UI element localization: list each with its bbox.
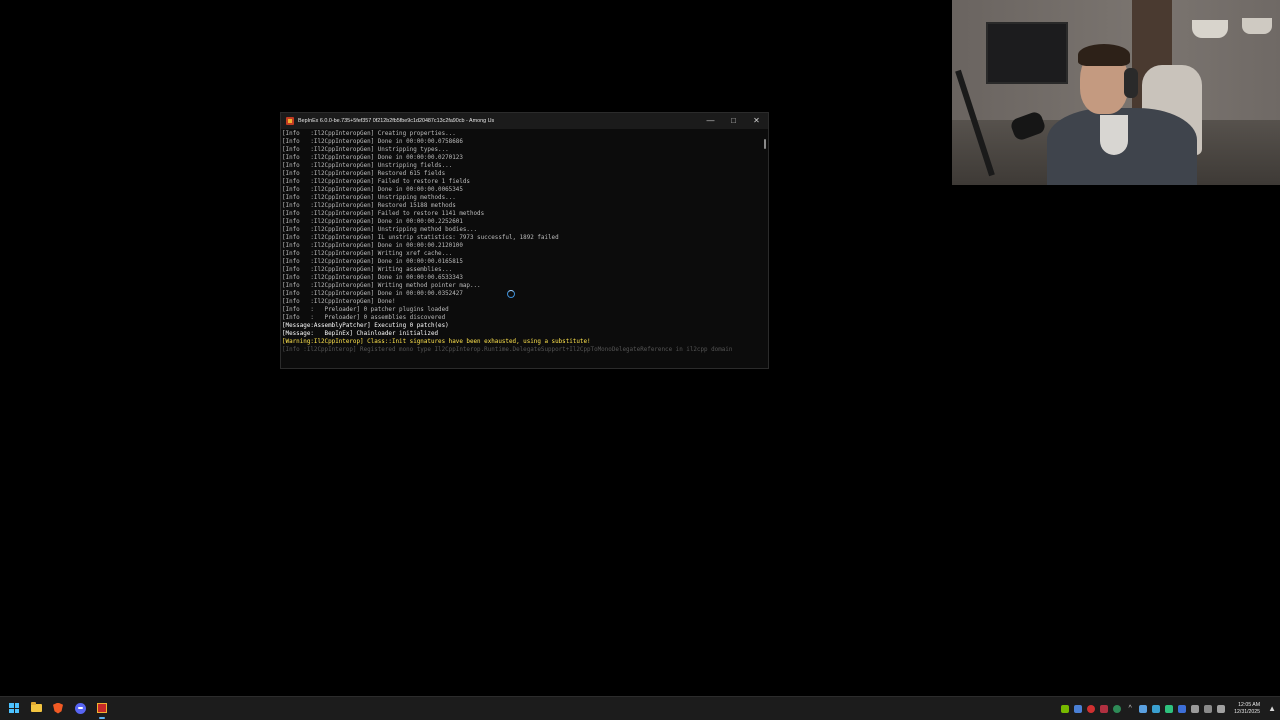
webcam-person-shirt <box>1100 115 1128 155</box>
minimize-button[interactable]: — <box>699 113 722 129</box>
taskbar-app-brave[interactable] <box>50 700 66 716</box>
log-line: [Info : Preloader] 0 assemblies discover… <box>282 315 446 321</box>
game-icon[interactable] <box>1165 704 1174 713</box>
webcam-lamp <box>1242 18 1272 34</box>
window-title: BepInEx 6.0.0-be.735+5fef357 0f212b2fb5f… <box>298 118 495 124</box>
taskbar: ^ 12:05 AM 12/31/2025 ▲ <box>0 696 1280 720</box>
cloud-icon[interactable] <box>1152 704 1161 713</box>
log-line: [Info : Preloader] 0 patcher plugins loa… <box>282 307 449 313</box>
log-line: [Info :Il2CppInteropGen] Done! <box>282 299 396 305</box>
log-line: [Info :Il2CppInteropGen] Done in 00:00:0… <box>282 291 463 297</box>
busy-cursor-icon <box>507 290 515 298</box>
log-line: [Info :Il2CppInteropGen] Writing xref ca… <box>282 251 453 257</box>
webcam-person-hair <box>1078 44 1130 66</box>
shield-icon[interactable] <box>1113 704 1122 713</box>
log-line: [Info :Il2CppInteropGen] Done in 00:00:0… <box>282 259 463 265</box>
maximize-button[interactable]: □ <box>722 113 745 129</box>
discord-icon <box>74 702 86 714</box>
start-button[interactable] <box>6 700 22 716</box>
log-line: [Info :Il2CppInteropGen] Done in 00:00:0… <box>282 243 463 249</box>
webcam-overlay <box>952 0 1280 185</box>
notification-bell-icon[interactable]: ▲ <box>1268 704 1276 713</box>
console-output[interactable]: [Info :Il2CppInteropGen] Creating proper… <box>282 130 760 366</box>
log-line: [Info :Il2CppInteropGen] Done in 00:00:0… <box>282 187 463 193</box>
log-line: [Info :Il2CppInteropGen] Unstripping typ… <box>282 147 449 153</box>
log-line: [Info :Il2CppInteropGen] Done in 00:00:0… <box>282 219 463 225</box>
log-line: [Info :Il2CppInteropGen] Failed to resto… <box>282 211 485 217</box>
nvidia-icon[interactable] <box>1061 704 1070 713</box>
microphone-icon[interactable] <box>1100 704 1109 713</box>
log-line: [Info :Il2CppInteropGen] Writing assembl… <box>282 267 453 273</box>
bepinex-app-icon <box>286 117 294 125</box>
log-line: [Info :Il2CppInteropGen] Done in 00:00:0… <box>282 155 463 161</box>
clock-date: 12/31/2025 <box>1234 708 1261 715</box>
record-icon[interactable] <box>1087 704 1096 713</box>
chevron-up-icon[interactable]: ^ <box>1126 705 1134 712</box>
webcam-lamp <box>1192 20 1228 38</box>
log-line: [Info :Il2CppInteropGen] IL unstrip stat… <box>282 235 559 241</box>
battery-icon[interactable] <box>1191 704 1200 713</box>
taskbar-app-bepinex[interactable] <box>94 700 110 719</box>
log-line-info: [Info :Il2CppInterop] Registered mono ty… <box>282 347 733 353</box>
file-explorer-icon <box>30 702 42 712</box>
log-line: [Info :Il2CppInteropGen] Unstripping fie… <box>282 163 453 169</box>
log-line-warning: [Warning:Il2CppInterop] Class::Init sign… <box>282 339 591 345</box>
log-line-message: [Message:AssemblyPatcher] Executing 0 pa… <box>282 323 449 329</box>
window-titlebar[interactable]: BepInEx 6.0.0-be.735+5fef357 0f212b2fb5f… <box>281 113 768 129</box>
webcam-tv <box>986 22 1068 84</box>
log-line: [Info :Il2CppInteropGen] Creating proper… <box>282 131 456 137</box>
console-window[interactable]: BepInEx 6.0.0-be.735+5fef357 0f212b2fb5f… <box>280 112 769 369</box>
log-line: [Info :Il2CppInteropGen] Restored 15188 … <box>282 203 456 209</box>
log-line: [Info :Il2CppInteropGen] Unstripping met… <box>282 227 478 233</box>
log-line-message: [Message: BepInEx] Chainloader initializ… <box>282 331 439 337</box>
log-line: [Info :Il2CppInteropGen] Unstripping met… <box>282 195 456 201</box>
display-icon[interactable] <box>1204 704 1213 713</box>
bluetooth-icon[interactable] <box>1178 704 1187 713</box>
log-line: [Info :Il2CppInteropGen] Done in 00:00:0… <box>282 275 463 281</box>
bepinex-console-icon <box>97 703 107 713</box>
taskbar-app-discord[interactable] <box>72 700 88 716</box>
log-line: [Info :Il2CppInteropGen] Failed to resto… <box>282 179 470 185</box>
taskbar-clock[interactable]: 12:05 AM 12/31/2025 <box>1234 702 1260 715</box>
start-icon <box>9 703 19 713</box>
log-line: [Info :Il2CppInteropGen] Done in 00:00:0… <box>282 139 463 145</box>
brave-browser-icon <box>53 702 63 714</box>
app-tray-icon[interactable] <box>1074 704 1083 713</box>
volume-icon[interactable] <box>1217 704 1226 713</box>
close-button[interactable]: ✕ <box>745 113 768 129</box>
console-scrollbar[interactable] <box>764 139 766 149</box>
log-line: [Info :Il2CppInteropGen] Restored 615 fi… <box>282 171 446 177</box>
log-line: [Info :Il2CppInteropGen] Writing method … <box>282 283 481 289</box>
webcam-headset <box>1124 68 1138 98</box>
taskbar-app-file-explorer[interactable] <box>28 700 44 716</box>
wifi-icon[interactable] <box>1139 704 1148 713</box>
